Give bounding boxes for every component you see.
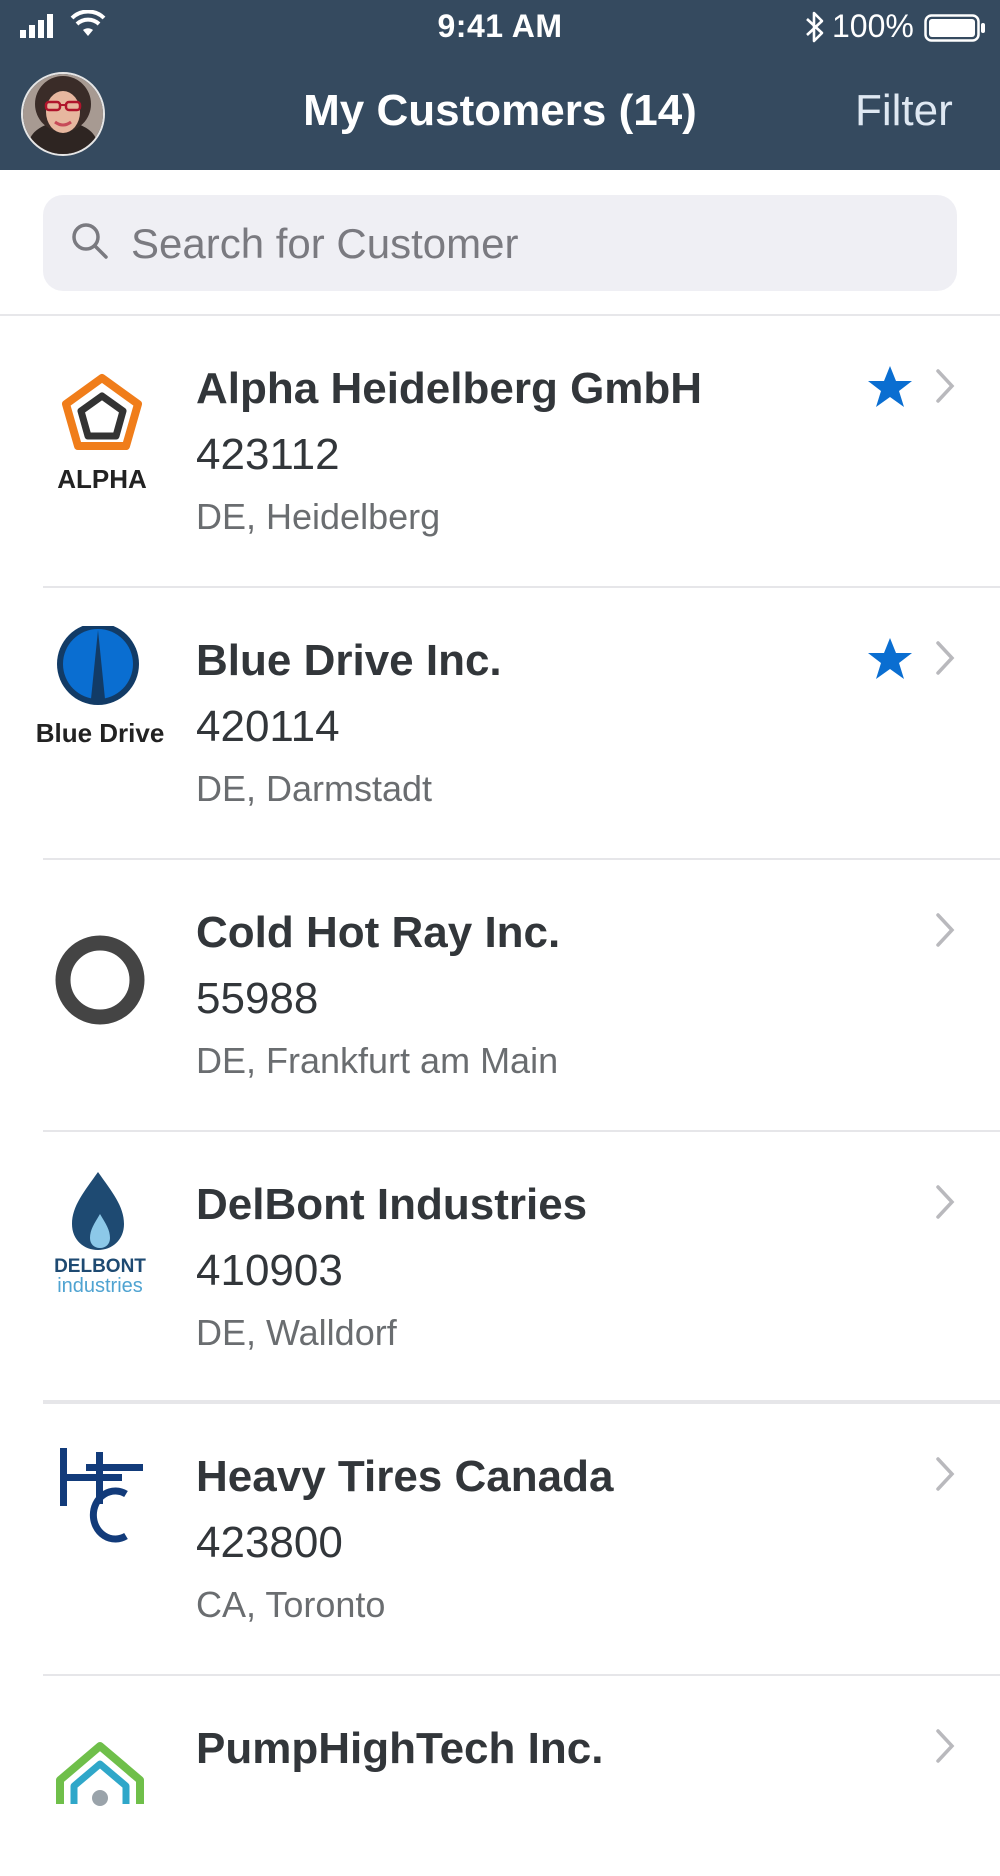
customer-row[interactable]: DELBONT industries DelBont Industries 41… <box>0 1132 1000 1404</box>
favorite-star-icon[interactable] <box>866 636 914 682</box>
delbont-logo-icon: DELBONT industries <box>54 1172 146 1297</box>
customer-location: DE, Walldorf <box>196 1312 397 1353</box>
customer-location: DE, Heidelberg <box>196 496 441 537</box>
battery-icon <box>924 14 985 42</box>
customer-name: Cold Hot Ray Inc. <box>196 908 561 957</box>
customer-id: 420114 <box>196 702 340 751</box>
favorite-star-icon[interactable] <box>866 364 914 410</box>
chevron-right-icon <box>936 913 955 947</box>
delbont-logo-subtext: industries <box>57 1275 143 1297</box>
customer-row[interactable]: ALPHA Alpha Heidelberg GmbH 423112 DE, H… <box>0 316 1000 588</box>
cold-hot-ray-logo-icon <box>55 935 145 1025</box>
status-bar: 9:41 AM 100% <box>0 0 1000 56</box>
chevron-right-icon <box>936 1457 955 1491</box>
customer-name: Blue Drive Inc. <box>196 636 502 685</box>
search-bar[interactable] <box>43 195 957 291</box>
customer-id: 410903 <box>196 1246 343 1295</box>
chevron-right-icon <box>936 641 955 675</box>
customer-location: CA, Toronto <box>196 1584 386 1625</box>
blue-drive-logo-text: Blue Drive <box>36 718 165 748</box>
customer-name: DelBont Industries <box>196 1180 588 1229</box>
blue-drive-logo-icon: Blue Drive <box>36 626 165 748</box>
alpha-logo-text: ALPHA <box>57 464 147 494</box>
customer-row[interactable]: Cold Hot Ray Inc. 55988 DE, Frankfurt am… <box>0 860 1000 1132</box>
alpha-logo-icon: ALPHA <box>57 374 147 494</box>
chevron-right-icon <box>936 1729 955 1763</box>
customer-name: PumpHighTech Inc. <box>196 1724 604 1773</box>
customer-location: DE, Darmstadt <box>196 768 433 809</box>
customer-list: ALPHA Alpha Heidelberg GmbH 423112 DE, H… <box>0 316 1000 1876</box>
pumphightech-logo-icon <box>56 1742 144 1806</box>
customer-id: 55988 <box>196 974 319 1023</box>
customer-id: 423800 <box>196 1518 343 1567</box>
page-title: My Customers (14) <box>303 86 697 135</box>
customer-row[interactable]: Blue Drive Blue Drive Inc. 420114 DE, Da… <box>0 588 1000 860</box>
search-section <box>0 170 1000 316</box>
delbont-logo-text: DELBONT <box>54 1256 146 1277</box>
chevron-right-icon <box>936 1185 955 1219</box>
heavy-tires-canada-logo-icon <box>60 1448 143 1543</box>
customer-id: 423112 <box>196 430 340 479</box>
search-input[interactable] <box>129 211 933 277</box>
filter-button[interactable]: Filter <box>855 86 953 136</box>
customer-row[interactable]: PumpHighTech Inc. <box>0 1676 1000 1876</box>
chevron-right-icon <box>936 369 955 403</box>
battery-percentage: 100% <box>832 8 914 44</box>
bluetooth-icon <box>806 11 824 43</box>
customer-name: Alpha Heidelberg GmbH <box>196 364 703 413</box>
customer-location: DE, Frankfurt am Main <box>196 1040 559 1081</box>
customer-name: Heavy Tires Canada <box>196 1452 614 1501</box>
app-header: 9:41 AM 100% My Customers (14) Filter <box>0 0 1000 170</box>
customer-row[interactable]: Heavy Tires Canada 423800 CA, Toronto <box>0 1404 1000 1676</box>
search-icon <box>72 223 108 259</box>
